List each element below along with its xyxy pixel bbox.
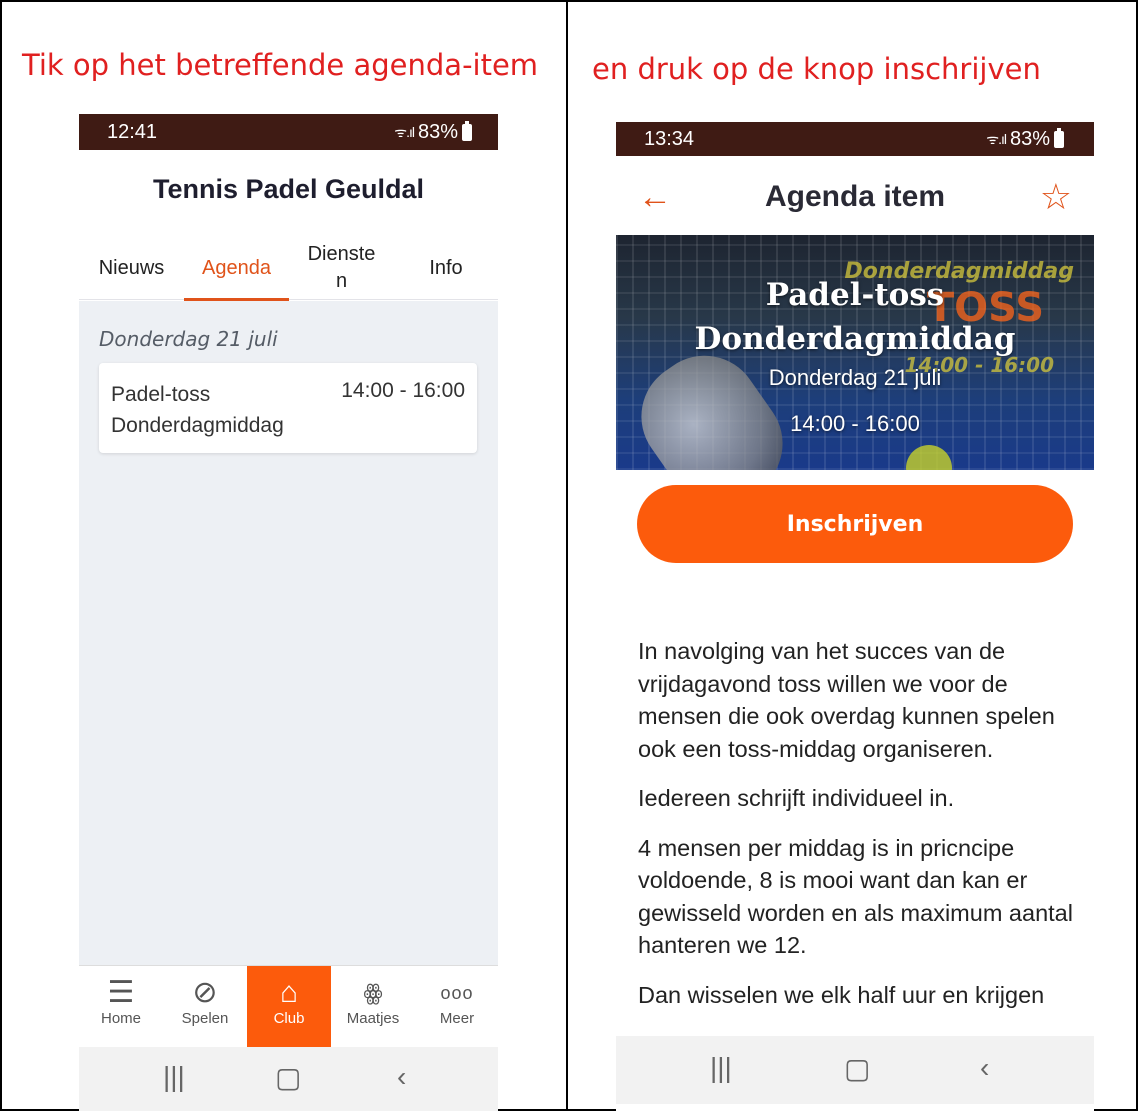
- description-paragraph: Dan wisselen we elk half uur en krijgen: [638, 981, 1045, 1008]
- description-paragraph: Iedereen schrijft individueel in.: [638, 785, 955, 811]
- nav-maatjes[interactable]: ꙮ Maatjes: [331, 966, 415, 1048]
- event-description: In navolging van het succes van de vrijd…: [638, 635, 1078, 1028]
- menu-icon: ☰: [107, 976, 135, 1009]
- status-right: ᯤ.ıl 83%: [394, 121, 472, 144]
- nav-maatjes-label: Maatjes: [346, 1010, 400, 1027]
- recent-apps-icon[interactable]: |||: [163, 1061, 185, 1093]
- instruction-caption-left: Tik op het betreffende agenda-item: [22, 48, 539, 82]
- tab-bar: Nieuws Agenda Dienste n Info: [79, 232, 498, 301]
- page-title: Tennis Padel Geuldal: [152, 174, 425, 204]
- tab-nieuws[interactable]: Nieuws: [79, 248, 184, 288]
- signal-icon: ᯤ.ıl: [394, 124, 415, 140]
- nav-spelen-label: Spelen: [181, 1010, 229, 1027]
- agenda-item-title: Padel-toss Donderdagmiddag: [111, 383, 284, 437]
- system-navigation-bar: ||| ▢ ‹: [79, 1047, 498, 1111]
- nav-home[interactable]: ☰ Home: [79, 966, 163, 1048]
- bottom-navigation: ☰ Home ⊘ Spelen ⌂ Club ꙮ Maatjes ooo Mee…: [79, 965, 498, 1048]
- system-navigation-bar: ||| ▢ ‹: [616, 1036, 1094, 1104]
- status-time: 12:41: [107, 121, 158, 143]
- date-heading: Donderdag 21 juli: [99, 327, 278, 351]
- people-icon: ꙮ: [363, 980, 383, 1005]
- more-icon: ooo: [440, 983, 474, 1003]
- tab-agenda[interactable]: Agenda: [184, 248, 289, 288]
- status-bar: 12:41 ᯤ.ıl 83%: [79, 114, 498, 150]
- nav-meer-label: Meer: [439, 1010, 475, 1027]
- battery-level: 83%: [417, 121, 458, 143]
- back-nav-icon[interactable]: ‹: [397, 1061, 406, 1093]
- nav-meer[interactable]: ooo Meer: [415, 966, 498, 1048]
- battery-icon: [462, 121, 472, 141]
- description-clip: In navolging van het succes van de vrijd…: [616, 122, 1094, 1036]
- description-paragraph: 4 mensen per middag is in pricncipe vold…: [638, 834, 1073, 959]
- instruction-caption-right: en druk op de knop inschrijven: [592, 52, 1041, 86]
- tennis-ball-icon: ⊘: [192, 976, 218, 1009]
- nav-club[interactable]: ⌂ Club: [247, 966, 331, 1048]
- tab-diensten[interactable]: Dienste n: [289, 238, 394, 298]
- nav-home-label: Home: [100, 1010, 141, 1027]
- agenda-item-time: 14:00 - 16:00: [341, 379, 465, 402]
- tab-info[interactable]: Info: [394, 248, 498, 288]
- agenda-list: Donderdag 21 juli Padel-toss Donderdagmi…: [79, 301, 498, 965]
- nav-club-label: Club: [273, 1010, 305, 1027]
- recent-apps-icon[interactable]: |||: [710, 1052, 732, 1084]
- home-button-icon[interactable]: ▢: [275, 1061, 301, 1094]
- home-icon: ⌂: [279, 976, 299, 1009]
- home-button-icon[interactable]: ▢: [844, 1052, 870, 1085]
- column-divider: [566, 0, 568, 1111]
- phone-screenshot-agenda: 12:41 ᯤ.ıl 83% Tennis Padel Geuldal Nieu…: [79, 114, 498, 1111]
- nav-spelen[interactable]: ⊘ Spelen: [163, 966, 247, 1048]
- description-paragraph: In navolging van het succes van de vrijd…: [638, 638, 1055, 762]
- back-nav-icon[interactable]: ‹: [980, 1052, 989, 1084]
- phone-screenshot-agenda-item: 13:34 ᯤ.ıl 83% ← Agenda item ☆ Donderdag…: [616, 122, 1094, 1111]
- agenda-item-card[interactable]: Padel-toss Donderdagmiddag 14:00 - 16:00: [99, 363, 477, 453]
